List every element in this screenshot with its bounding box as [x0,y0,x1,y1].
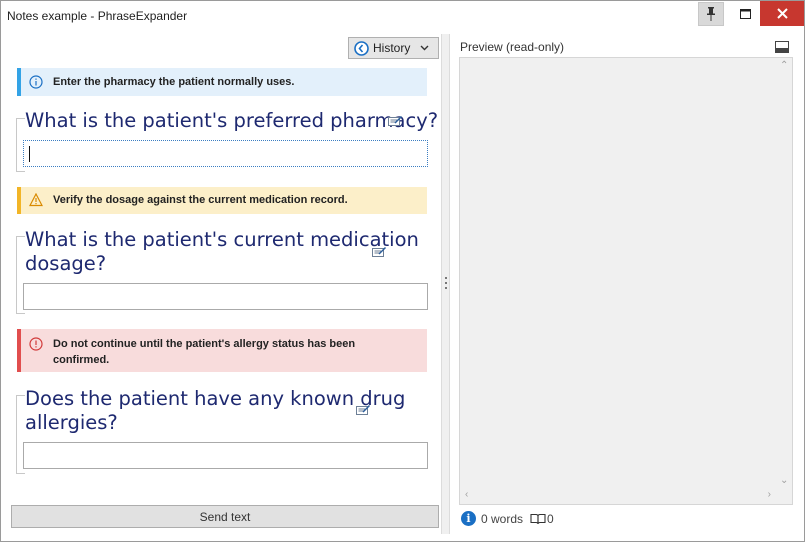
error-alert-line1: Do not continue until the patient's alle… [53,338,356,350]
maximize-icon [739,9,751,19]
history-clock-icon [354,40,369,56]
text-caret [29,146,30,162]
question-text-line2: allergies? [25,411,118,434]
close-icon [776,8,788,19]
preview-label: Preview (read-only) [460,40,565,54]
error-icon [29,337,43,351]
info-icon [29,75,43,89]
info-alert: Enter the pharmacy the patient normally … [17,68,427,96]
splitter-grip-dot [445,277,447,279]
send-text-label: Send text [199,509,251,524]
history-button[interactable]: History [348,37,439,59]
app-window: Notes example - PhraseExpander History E… [0,0,805,542]
info-alert-text: Enter the pharmacy the patient normally … [53,76,295,88]
window-title: Notes example - PhraseExpander [7,9,188,23]
error-alert-text: Do not continue until the patient's alle… [53,336,355,368]
history-label: History [373,41,411,55]
send-text-button[interactable]: Send text [11,505,439,528]
scroll-left-arrow-icon[interactable]: ‹ [465,489,468,500]
question-drug-allergies: Does the patient have any known drug all… [25,387,405,435]
pane-splitter[interactable] [441,34,450,534]
scroll-up-arrow-icon[interactable]: ⌃ [780,60,788,71]
warning-icon [29,193,43,207]
maximize-button[interactable] [730,2,760,26]
vertical-scrollbar[interactable]: ⌃ ⌄ [776,58,792,488]
info-circle-icon[interactable]: i [461,511,476,526]
chevron-down-icon [420,45,429,51]
scroll-right-arrow-icon[interactable]: › [768,489,771,500]
edit-note-icon[interactable] [372,246,387,258]
preview-text-area[interactable]: ⌃ ⌄ ‹ › [459,57,793,505]
edit-note-icon[interactable] [388,115,403,127]
drug-allergies-input[interactable] [23,442,428,469]
question-text-line2: dosage? [25,252,107,275]
preview-status-bar: i 0 words 0 [461,511,554,526]
question-pharmacy: What is the patient's preferred pharmacy… [25,109,438,133]
word-count: 0 words [481,511,524,526]
warning-alert: Verify the dosage against the current me… [17,187,427,214]
question-text-line1: Does the patient have any known drug [25,387,406,410]
splitter-grip-dot [445,282,447,284]
horizontal-scrollbar[interactable]: ‹ › [460,488,776,504]
splitter-grip-dot [445,287,447,289]
title-bar: Notes example - PhraseExpander [1,1,804,32]
edit-note-icon[interactable] [356,404,371,416]
pharmacy-input[interactable] [23,140,428,167]
warning-alert-text: Verify the dosage against the current me… [53,194,348,206]
error-alert: Do not continue until the patient's alle… [17,329,427,372]
book-count: 0 [547,511,554,526]
error-alert-line2: confirmed. [53,354,110,366]
form-pane: History Enter the pharmacy the patient n… [11,34,439,534]
pin-button[interactable] [698,2,724,26]
question-text: What is the patient's preferred pharmacy… [25,109,439,132]
pin-icon [707,7,715,21]
medication-dosage-input[interactable] [23,283,428,310]
close-button[interactable] [760,1,804,26]
question-medication-dosage: What is the patient's current medication… [25,228,419,276]
question-text-line1: What is the patient's current medication [25,228,419,251]
scroll-down-arrow-icon[interactable]: ⌄ [780,475,788,486]
collapse-panel-icon[interactable] [775,41,789,53]
book-icon [530,513,546,524]
preview-pane: Preview (read-only) ⌃ ⌄ ‹ › i 0 words 0 [453,34,799,534]
